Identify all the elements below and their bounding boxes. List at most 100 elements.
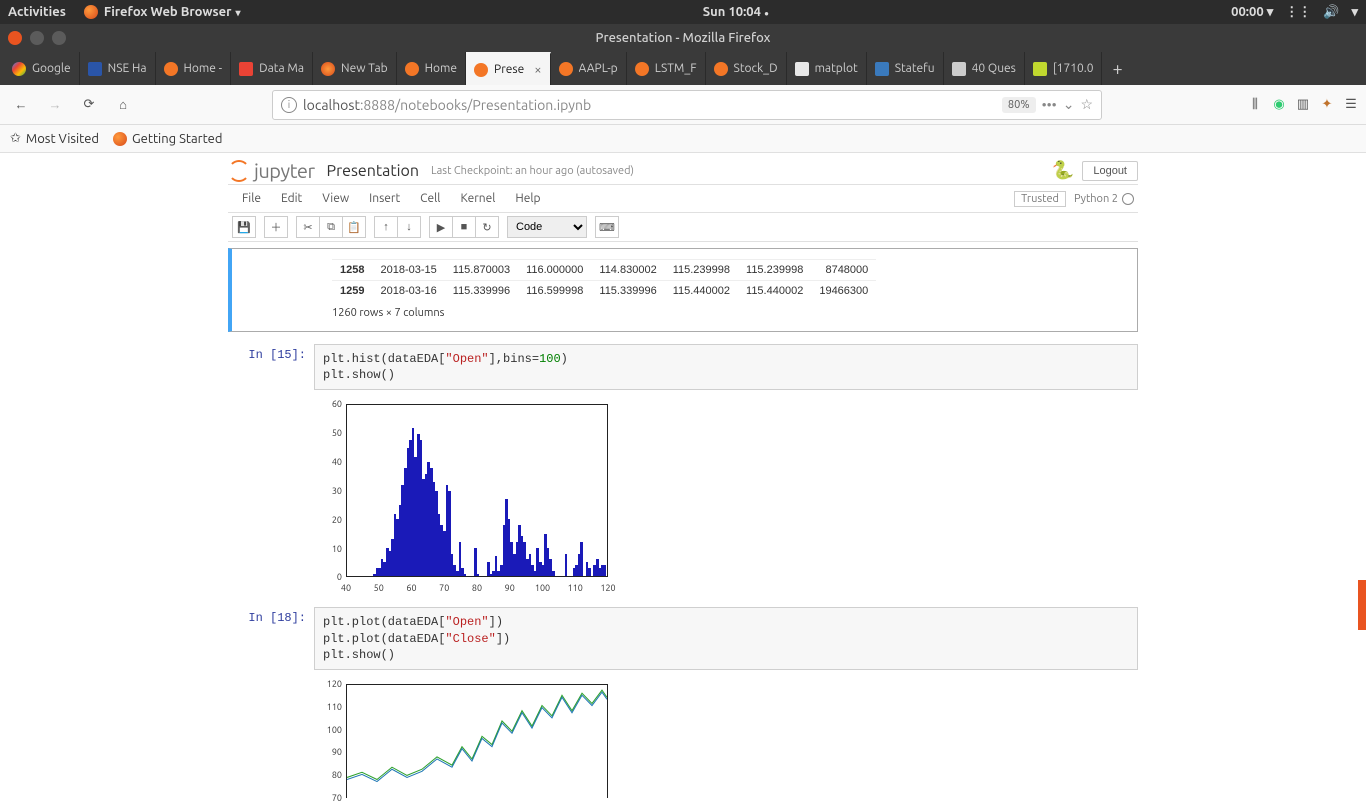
menu-kernel[interactable]: Kernel — [450, 192, 505, 205]
axis-tick-label: 30 — [322, 486, 342, 496]
code-input[interactable]: plt.plot(dataEDA["Open"]) plt.plot(dataE… — [314, 607, 1138, 670]
pocket-icon[interactable]: ⌄ — [1063, 96, 1075, 113]
menu-help[interactable]: Help — [505, 192, 550, 205]
tab-favicon-icon — [88, 62, 102, 76]
getting-started-bookmark[interactable]: Getting Started — [113, 132, 222, 146]
histogram-bar — [474, 548, 477, 577]
scrollbar-indicator[interactable] — [1358, 580, 1366, 630]
system-clock[interactable]: Sun 10:04 ● — [241, 5, 1232, 19]
library-icon[interactable]: ⫼ — [1246, 96, 1264, 114]
browser-tab[interactable]: 40 Ques — [944, 52, 1025, 85]
power-icon[interactable]: ▾ — [1351, 5, 1358, 20]
axis-tick-label: 50 — [374, 583, 384, 593]
run-button[interactable]: ▶ — [429, 216, 453, 238]
browser-tab[interactable]: Stock_D — [706, 52, 787, 85]
menu-view[interactable]: View — [312, 192, 359, 205]
tab-favicon-icon — [875, 62, 889, 76]
browser-tab[interactable]: Statefu — [867, 52, 944, 85]
code-cell-18[interactable]: In [18]: plt.plot(dataEDA["Open"]) plt.p… — [228, 603, 1138, 806]
jupyter-swoosh-icon — [228, 160, 250, 182]
axis-tick-label: 40 — [341, 583, 351, 593]
timer[interactable]: 00:00 ▾ — [1231, 5, 1273, 20]
menu-cell[interactable]: Cell — [410, 192, 450, 205]
zoom-badge[interactable]: 80% — [1002, 97, 1036, 113]
axis-tick-label: 50 — [322, 428, 342, 438]
extension2-icon[interactable]: ✦ — [1318, 96, 1336, 114]
browser-tab[interactable]: LSTM_F — [627, 52, 706, 85]
save-button[interactable]: 💾 — [232, 216, 256, 238]
wifi-icon[interactable]: ⋮⋮ — [1285, 5, 1311, 20]
tab-label: Home - — [184, 62, 223, 75]
trusted-badge[interactable]: Trusted — [1014, 191, 1066, 207]
page-action-dots-icon[interactable]: ••• — [1042, 97, 1057, 113]
command-palette-button[interactable]: ⌨ — [595, 216, 619, 238]
cell-type-select[interactable]: Code — [507, 216, 587, 238]
star-icon: ✩ — [10, 131, 21, 146]
browser-tab[interactable]: AAPL-p — [551, 52, 627, 85]
back-button[interactable]: ← — [6, 90, 36, 120]
menu-edit[interactable]: Edit — [271, 192, 312, 205]
tab-favicon-icon — [952, 62, 966, 76]
stop-button[interactable]: ■ — [452, 216, 476, 238]
cut-button[interactable]: ✂ — [296, 216, 320, 238]
window-minimize-button[interactable] — [30, 31, 44, 45]
menu-insert[interactable]: Insert — [359, 192, 410, 205]
browser-tab[interactable]: Google — [4, 52, 80, 85]
tab-close-icon[interactable]: × — [534, 63, 541, 77]
hamburger-menu-icon[interactable]: ☰ — [1342, 96, 1360, 114]
jupyter-header: jupyter Presentation Last Checkpoint: an… — [228, 153, 1138, 184]
tab-label: Prese — [494, 63, 524, 76]
current-app-menu[interactable]: Firefox Web Browser — [84, 5, 241, 19]
kernel-indicator[interactable]: Python 2 — [1074, 193, 1134, 205]
browser-tab[interactable]: Home - — [156, 52, 232, 85]
jupyter-page: jupyter Presentation Last Checkpoint: an… — [0, 153, 1366, 806]
axis-tick-label: 10 — [322, 544, 342, 554]
window-title: Presentation - Mozilla Firefox — [596, 31, 771, 45]
site-info-icon[interactable]: i — [281, 97, 297, 113]
browser-tab[interactable]: matplot — [787, 52, 867, 85]
browser-tab[interactable]: Prese × — [466, 52, 551, 85]
window-maximize-button[interactable] — [52, 31, 66, 45]
browser-tab[interactable]: [1710.0 — [1025, 52, 1103, 85]
tab-label: Google — [32, 62, 71, 75]
copy-button[interactable]: ⧉ — [319, 216, 343, 238]
notebook-title[interactable]: Presentation — [327, 162, 420, 180]
new-tab-button[interactable]: + — [1102, 52, 1132, 85]
tab-label: matplot — [815, 62, 858, 75]
output-cell-dataframe: 12582018-03-15115.870003116.000000114.83… — [228, 248, 1138, 332]
activities-button[interactable]: Activities — [8, 5, 66, 19]
bookmarks-toolbar: ✩ Most Visited Getting Started — [0, 125, 1366, 153]
restart-button[interactable]: ↻ — [475, 216, 499, 238]
move-up-button[interactable]: ↑ — [374, 216, 398, 238]
move-down-button[interactable]: ↓ — [397, 216, 421, 238]
table-cell: 115.870003 — [445, 260, 518, 281]
jupyter-logo[interactable]: jupyter — [228, 159, 315, 182]
table-cell: 115.239998 — [665, 260, 738, 281]
paste-button[interactable]: 📋 — [342, 216, 366, 238]
sidebar-icon[interactable]: ▥ — [1294, 96, 1312, 114]
tab-label: Home — [425, 62, 457, 75]
input-prompt: In [18]: — [228, 607, 314, 802]
volume-icon[interactable]: 🔊 — [1323, 5, 1339, 20]
insert-cell-button[interactable]: ＋ — [264, 216, 288, 238]
browser-tab[interactable]: New Tab — [313, 52, 397, 85]
code-cell-15[interactable]: In [15]: plt.hist(dataEDA["Open"],bins=1… — [228, 340, 1138, 601]
table-cell: 2018-03-16 — [372, 281, 444, 302]
dataframe-summary: 1260 rows × 7 columns — [332, 301, 1131, 321]
bookmark-star-icon[interactable]: ☆ — [1080, 96, 1093, 113]
browser-tab[interactable]: Home — [397, 52, 466, 85]
window-close-button[interactable] — [8, 31, 22, 45]
address-bar[interactable]: i localhost:8888/notebooks/Presentation.… — [272, 90, 1102, 120]
home-button[interactable]: ⌂ — [108, 90, 138, 120]
tab-favicon-icon — [405, 62, 419, 76]
reload-button[interactable]: ⟳ — [74, 90, 104, 120]
code-input[interactable]: plt.hist(dataEDA["Open"],bins=100) plt.s… — [314, 344, 1138, 390]
tab-label: AAPL-p — [579, 62, 618, 75]
logout-button[interactable]: Logout — [1082, 161, 1138, 181]
axis-tick-label: 100 — [322, 725, 342, 735]
browser-tab[interactable]: NSE Ha — [80, 52, 156, 85]
most-visited-bookmark[interactable]: ✩ Most Visited — [10, 131, 99, 146]
browser-tab[interactable]: Data Ma — [231, 52, 313, 85]
extension-icon[interactable]: ◉ — [1270, 96, 1288, 114]
menu-file[interactable]: File — [232, 192, 271, 205]
